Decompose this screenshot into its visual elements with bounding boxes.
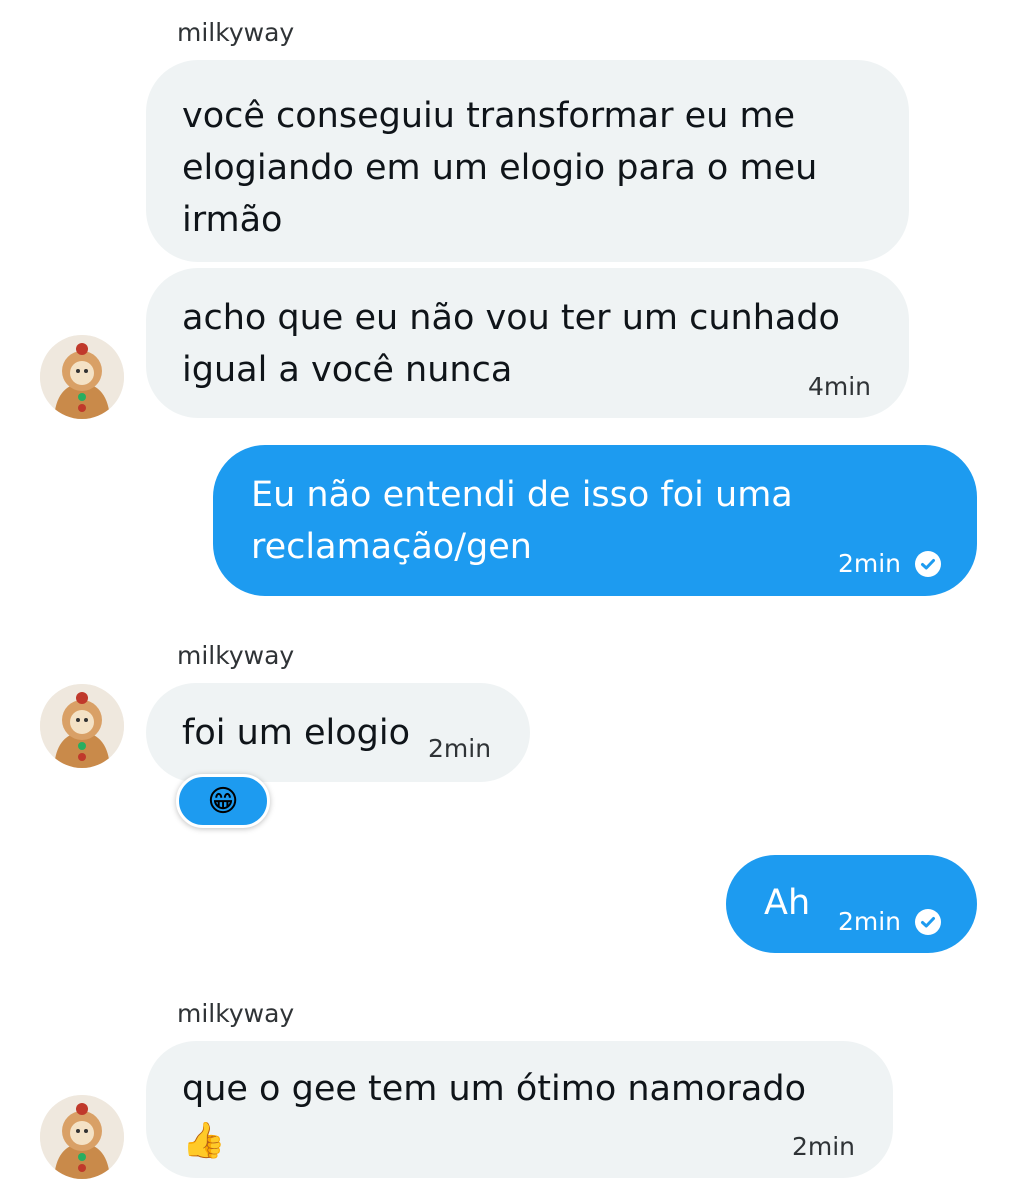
message-status: 2min (838, 538, 941, 590)
check-circle-icon (915, 551, 941, 577)
message-bubble-incoming[interactable]: acho que eu não vou ter um cunhado igual… (146, 268, 909, 418)
avatar[interactable] (40, 335, 124, 419)
check-circle-icon (915, 909, 941, 935)
message-text: Eu não entendi de isso foi uma reclamaçã… (251, 475, 793, 567)
cat-avatar-icon (40, 1095, 124, 1179)
message-text: você conseguiu transformar eu me elogian… (182, 96, 818, 240)
message-timestamp: 2min (837, 907, 901, 936)
message-text: acho que eu não vou ter um cunhado igual… (182, 298, 840, 390)
sender-name: milkyway (177, 641, 295, 670)
message-bubble-incoming[interactable]: que o gee tem um ótimo namorado 👍 2min (146, 1041, 893, 1178)
message-timestamp: 2min (791, 1132, 855, 1161)
avatar[interactable] (40, 684, 124, 768)
avatar[interactable] (40, 1095, 124, 1179)
sender-name: milkyway (177, 999, 295, 1028)
cat-avatar-icon (40, 335, 124, 419)
message-bubble-incoming[interactable]: foi um elogio 2min (146, 683, 530, 782)
cat-avatar-icon (40, 684, 124, 768)
reaction-badge[interactable]: 😁 (176, 774, 270, 828)
message-status: 2min (838, 896, 941, 948)
message-bubble-outgoing[interactable]: Ah 2min (726, 855, 977, 953)
message-timestamp: 2min (428, 734, 492, 763)
sender-name: milkyway (177, 18, 295, 47)
message-bubble-outgoing[interactable]: Eu não entendi de isso foi uma reclamaçã… (213, 445, 977, 596)
message-timestamp: 4min (807, 372, 871, 401)
message-bubble-incoming[interactable]: você conseguiu transformar eu me elogian… (146, 60, 909, 262)
message-timestamp: 2min (837, 549, 901, 578)
message-text: que o gee tem um ótimo namorado 👍 (182, 1069, 806, 1161)
